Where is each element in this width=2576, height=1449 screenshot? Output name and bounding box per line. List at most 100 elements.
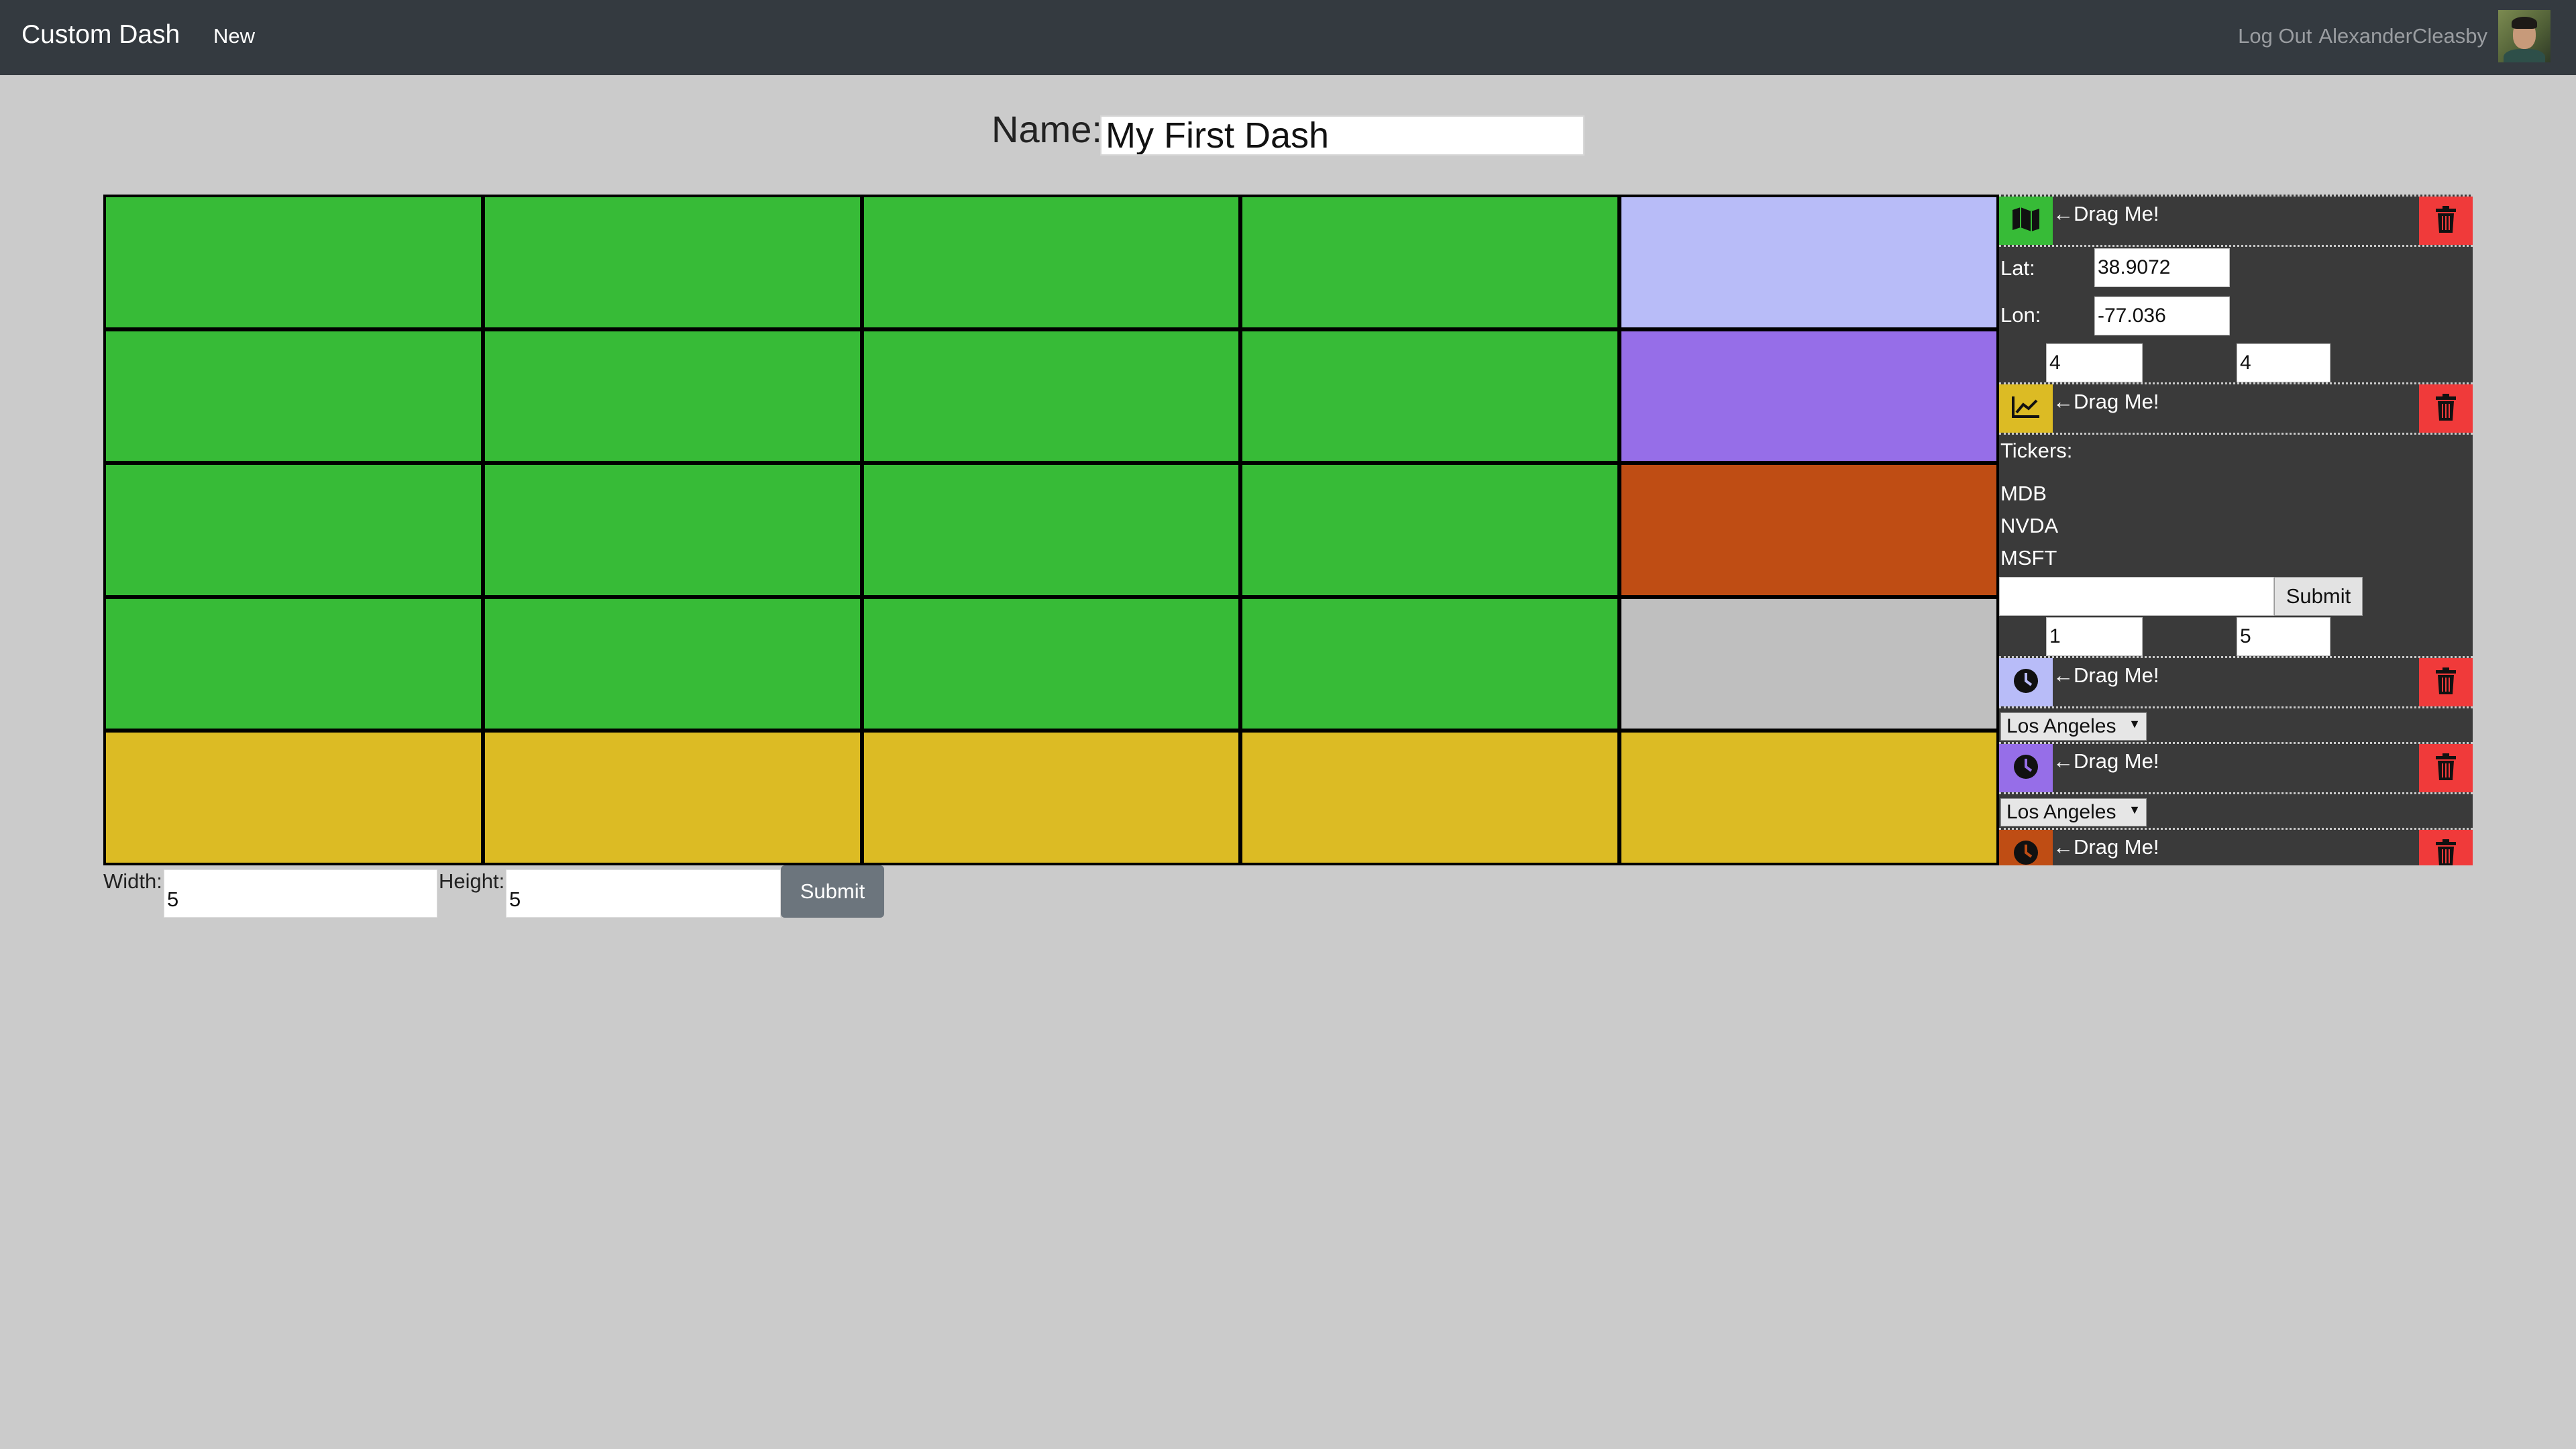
grid-submit-button[interactable]: Submit [781, 865, 884, 918]
stocks-height-input[interactable] [2237, 617, 2330, 656]
drag-label: Drag Me! [2074, 835, 2159, 859]
grid-height-input[interactable] [506, 869, 781, 918]
dashboard-grid [103, 195, 1999, 865]
trash-icon [2434, 753, 2457, 784]
map-icon [2011, 206, 2041, 236]
map-widget-swatch [1999, 197, 2053, 245]
arrow-left-icon: ← [2053, 202, 2074, 225]
clock1-widget-header: ←Drag Me! [1999, 656, 2473, 708]
lat-input[interactable] [2094, 248, 2230, 287]
grid-cell[interactable] [1242, 598, 1618, 729]
lat-label: Lat: [2000, 256, 2035, 280]
grid-cell[interactable] [863, 598, 1239, 729]
widget-panel: ←Drag Me! Lat: Lon: ←Drag Me! Tickers: M… [1999, 195, 2473, 865]
grid-cell[interactable] [106, 197, 481, 327]
lon-input[interactable] [2094, 297, 2230, 335]
grid-cell[interactable] [1242, 197, 1618, 327]
ticker-item: MSFT [2000, 546, 2057, 570]
grid-cell[interactable] [1621, 598, 1996, 729]
grid-cell[interactable] [863, 331, 1239, 462]
dash-name-input[interactable] [1100, 115, 1585, 156]
clock-icon [2012, 667, 2039, 698]
stocks-width-input[interactable] [2046, 617, 2143, 656]
height-label: Height: [439, 869, 505, 893]
grid-cell[interactable] [106, 733, 481, 863]
stocks-widget-swatch [1999, 384, 2053, 433]
clock2-city-select[interactable]: Los Angeles ▼ [2000, 798, 2147, 826]
trash-icon [2434, 393, 2457, 424]
grid-cell[interactable] [863, 197, 1239, 327]
brand[interactable]: Custom Dash [21, 20, 180, 50]
avatar[interactable] [2498, 10, 2551, 62]
caret-down-icon: ▼ [2129, 803, 2141, 816]
stocks-widget-header: ←Drag Me! [1999, 382, 2473, 435]
new-dash-link[interactable]: New [213, 24, 255, 48]
ticker-item: NVDA [2000, 514, 2059, 537]
grid-cell[interactable] [1621, 331, 1996, 462]
name-label: Name: [991, 108, 1102, 150]
grid-cell[interactable] [484, 197, 860, 327]
clock2-delete-button[interactable] [2419, 744, 2473, 792]
clock2-widget-header: ←Drag Me! [1999, 742, 2473, 794]
grid-cell[interactable] [1242, 331, 1618, 462]
grid-cell[interactable] [1242, 465, 1618, 595]
grid-cell[interactable] [1621, 465, 1996, 595]
arrow-left-icon: ← [2053, 390, 2074, 413]
grid-width-input[interactable] [164, 869, 437, 918]
grid-cell[interactable] [863, 465, 1239, 595]
grid-cell[interactable] [1621, 197, 1996, 327]
arrow-left-icon: ← [2053, 663, 2074, 687]
map-widget-header: ←Drag Me! [1999, 195, 2473, 247]
grid-cell[interactable] [484, 331, 860, 462]
clock-icon [2012, 839, 2039, 866]
chart-line-icon [2011, 395, 2041, 423]
grid-cell[interactable] [106, 598, 481, 729]
clock-icon [2012, 753, 2039, 784]
map-width-input[interactable] [2046, 343, 2143, 382]
drag-label: Drag Me! [2074, 749, 2159, 773]
trash-icon [2434, 839, 2457, 865]
tickers-label: Tickers: [2000, 439, 2073, 462]
lon-label: Lon: [2000, 303, 2041, 327]
clock2-widget-swatch [1999, 744, 2053, 792]
grid-cell[interactable] [863, 733, 1239, 863]
clock1-widget-swatch [1999, 658, 2053, 706]
stocks-delete-button[interactable] [2419, 384, 2473, 433]
grid-cell[interactable] [1621, 733, 1996, 863]
map-drag-handle[interactable]: ←Drag Me! [2053, 202, 2159, 226]
clock3-widget-swatch [1999, 830, 2053, 865]
clock1-city-select[interactable]: Los Angeles ▼ [2000, 712, 2147, 741]
clock1-delete-button[interactable] [2419, 658, 2473, 706]
clock3-delete-button[interactable] [2419, 830, 2473, 865]
drag-label: Drag Me! [2074, 663, 2159, 687]
logout-link[interactable]: Log Out [2238, 24, 2312, 48]
username: AlexanderCleasby [2318, 24, 2487, 48]
clock1-city-value: Los Angeles [2006, 715, 2116, 737]
grid-cell[interactable] [484, 733, 860, 863]
grid-cell[interactable] [106, 465, 481, 595]
arrow-left-icon: ← [2053, 749, 2074, 773]
trash-icon [2434, 667, 2457, 698]
clock2-city-value: Los Angeles [2006, 801, 2116, 823]
ticker-input[interactable] [1999, 577, 2274, 616]
clock3-drag-handle[interactable]: ←Drag Me! [2053, 835, 2159, 859]
grid-cell[interactable] [106, 331, 481, 462]
grid-cell[interactable] [1242, 733, 1618, 863]
width-label: Width: [103, 869, 162, 893]
grid-cell[interactable] [484, 598, 860, 729]
clock2-drag-handle[interactable]: ←Drag Me! [2053, 749, 2159, 773]
caret-down-icon: ▼ [2129, 717, 2141, 731]
user-area: Log Out AlexanderCleasby [2238, 9, 2551, 63]
clock3-widget-header: ←Drag Me! [1999, 828, 2473, 865]
map-height-input[interactable] [2237, 343, 2330, 382]
trash-icon [2434, 205, 2457, 236]
drag-label: Drag Me! [2074, 390, 2159, 413]
map-delete-button[interactable] [2419, 197, 2473, 245]
navbar: Custom Dash New Log Out AlexanderCleasby [0, 0, 2576, 75]
arrow-left-icon: ← [2053, 835, 2074, 859]
stocks-drag-handle[interactable]: ←Drag Me! [2053, 390, 2159, 414]
ticker-submit-button[interactable]: Submit [2274, 577, 2363, 616]
clock1-drag-handle[interactable]: ←Drag Me! [2053, 663, 2159, 688]
grid-cell[interactable] [484, 465, 860, 595]
drag-label: Drag Me! [2074, 202, 2159, 225]
